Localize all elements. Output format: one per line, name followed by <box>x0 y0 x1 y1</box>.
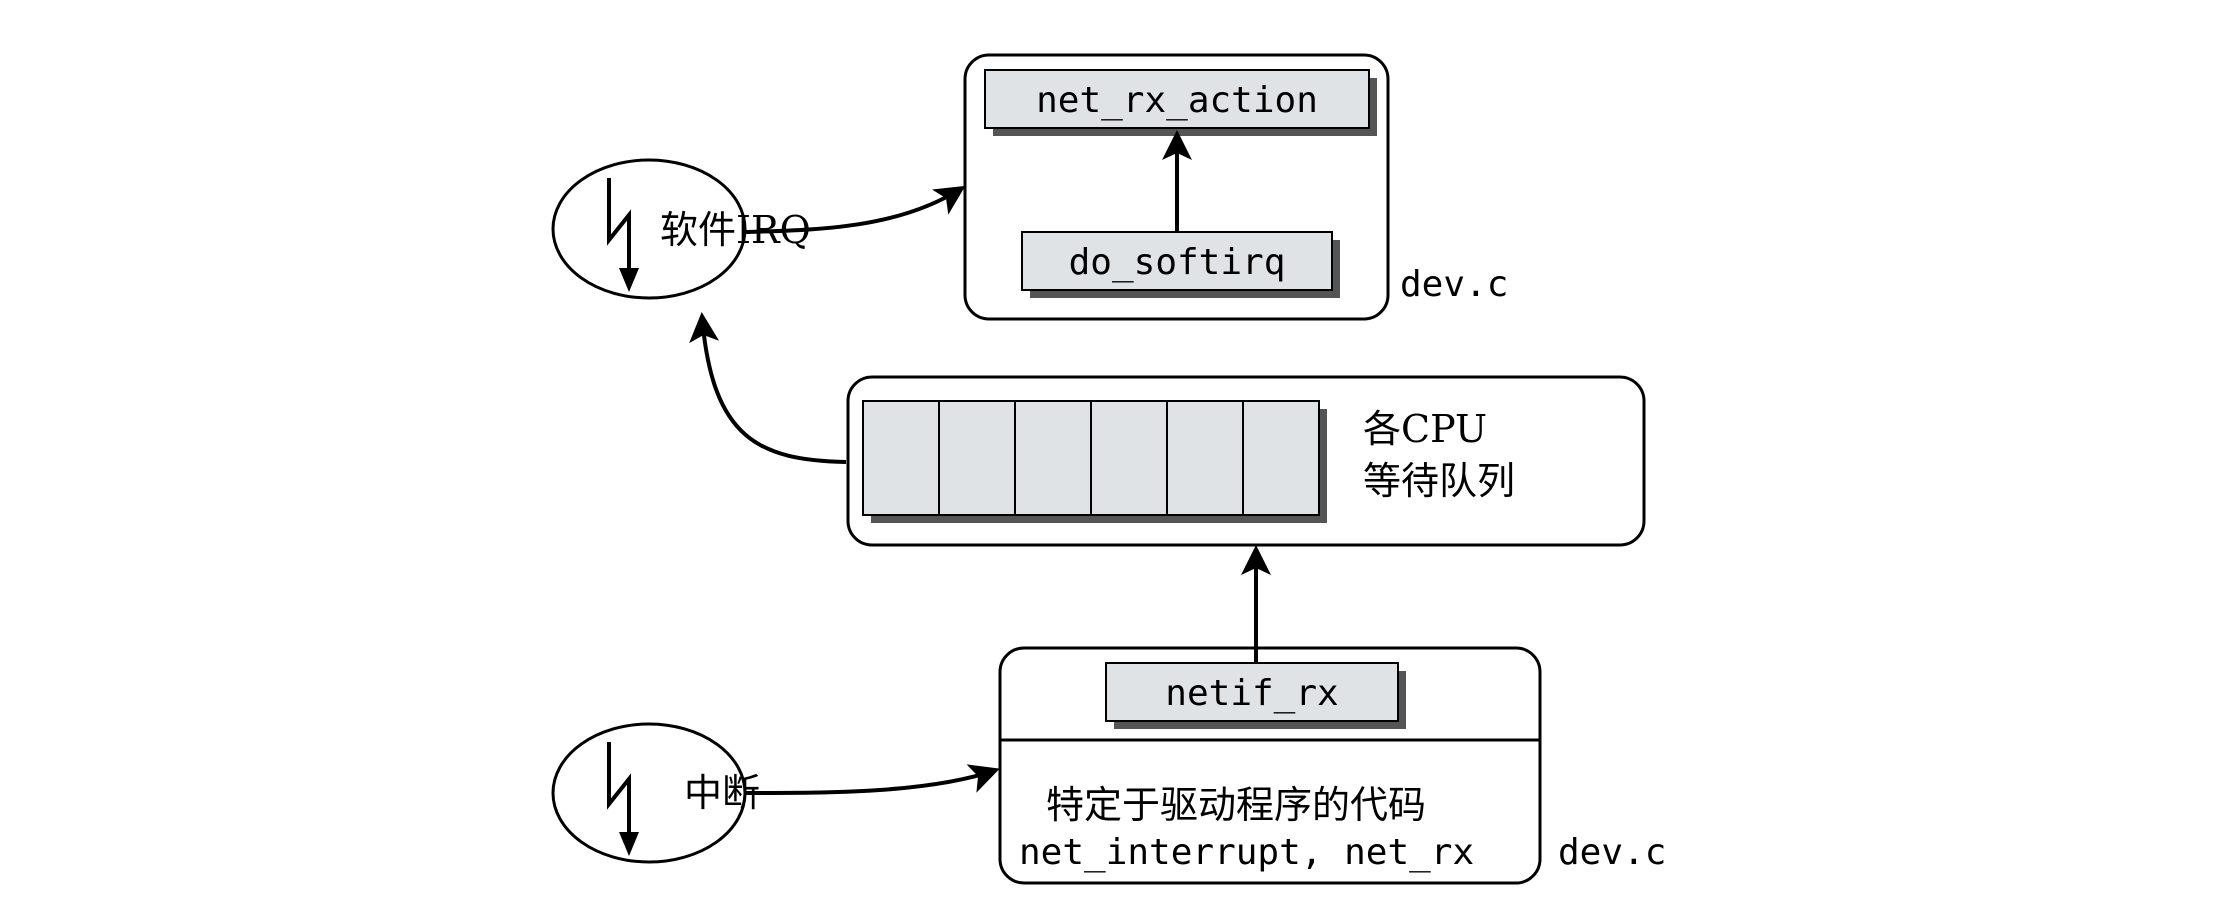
cpu-queue-label-line2: 等待队列 <box>1363 459 1515 503</box>
arrow-interrupt-to-driver <box>745 764 1000 795</box>
interrupt-node: 中断 <box>551 722 760 864</box>
net-rx-action-label: net_rx_action <box>1036 80 1318 121</box>
do-softirq-box: do_softirq <box>1021 231 1340 298</box>
net-rx-action-box: net_rx_action <box>984 69 1377 136</box>
arrow-queue-to-softirq <box>689 312 847 464</box>
network-rx-diagram: net_rx_action do_softirq dev.c 软件IRQ 各CP… <box>551 53 1666 885</box>
driver-functions-label: net_interrupt, net_rx <box>1019 832 1474 873</box>
softirq-file-label: dev.c <box>1400 264 1508 305</box>
cpu-queue-label-line1: 各CPU <box>1363 407 1487 451</box>
cpu-queue-slots <box>862 400 1327 523</box>
do-softirq-label: do_softirq <box>1069 242 1286 283</box>
driver-file-label: dev.c <box>1558 832 1666 873</box>
netif-rx-label: netif_rx <box>1165 673 1338 714</box>
netif-rx-box: netif_rx <box>1105 662 1406 729</box>
software-irq-node: 软件IRQ <box>551 158 811 300</box>
driver-code-label: 特定于驱动程序的代码 <box>1046 783 1426 827</box>
